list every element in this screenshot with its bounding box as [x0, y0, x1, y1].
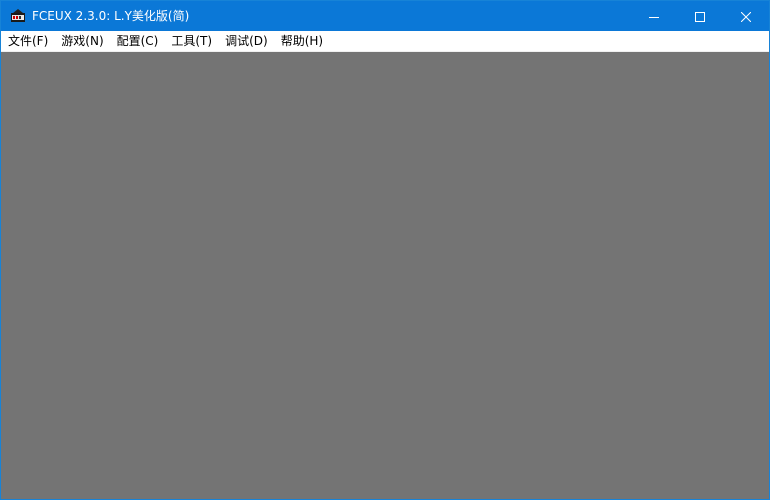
- minimize-button[interactable]: [631, 1, 677, 31]
- menu-help[interactable]: 帮助(H): [274, 31, 329, 51]
- maximize-icon: [695, 7, 705, 26]
- minimize-icon: [649, 7, 659, 26]
- menu-bar: 文件(F) 游戏(N) 配置(C) 工具(T) 调试(D) 帮助(H): [1, 31, 769, 52]
- menu-file[interactable]: 文件(F): [1, 31, 54, 51]
- menu-game[interactable]: 游戏(N): [54, 31, 109, 51]
- fceux-app-icon[interactable]: [10, 8, 26, 24]
- title-bar[interactable]: FCEUX 2.3.0: L.Y美化版(简): [1, 1, 769, 31]
- menu-config[interactable]: 配置(C): [110, 31, 165, 51]
- menu-tools[interactable]: 工具(T): [164, 31, 218, 51]
- close-icon: [740, 7, 752, 26]
- maximize-button[interactable]: [677, 1, 723, 31]
- window-title: FCEUX 2.3.0: L.Y美化版(简): [32, 9, 190, 23]
- app-window: FCEUX 2.3.0: L.Y美化版(简) 文件(F) 游戏(N) 配置(C)…: [0, 0, 770, 500]
- close-button[interactable]: [723, 1, 769, 31]
- window-controls: [631, 1, 769, 31]
- emulator-display-area[interactable]: [1, 52, 769, 499]
- menu-debug[interactable]: 调试(D): [218, 31, 274, 51]
